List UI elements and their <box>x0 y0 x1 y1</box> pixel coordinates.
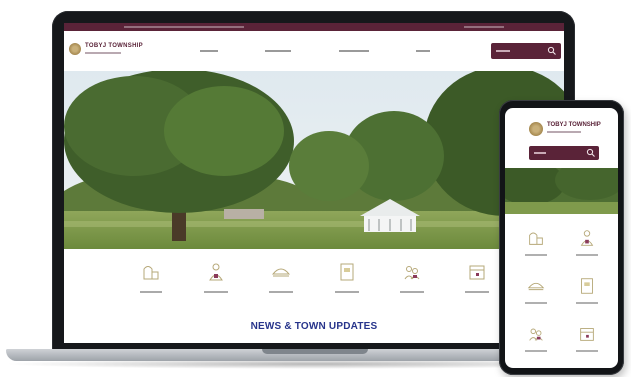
calendar-icon <box>579 328 594 341</box>
utility-bar-text-right <box>464 26 504 28</box>
mobile-quick-link-5[interactable] <box>511 324 562 364</box>
building-icon <box>143 266 159 280</box>
search-placeholder <box>496 50 510 52</box>
search-icon[interactable] <box>586 148 596 158</box>
hero-image <box>64 71 564 249</box>
person-icon <box>209 263 224 281</box>
mobile-quick-link-6[interactable] <box>562 324 613 364</box>
quick-link-1[interactable] <box>124 261 178 309</box>
quick-link-label <box>204 291 229 293</box>
township-seal-icon[interactable] <box>69 43 81 55</box>
phone-screen: TOBYJ TOWNSHIP <box>505 108 618 368</box>
mobile-quick-link-2[interactable] <box>562 228 613 268</box>
document-icon <box>580 278 593 294</box>
quick-link-6[interactable] <box>450 261 504 309</box>
quick-links <box>124 261 504 309</box>
calendar-icon <box>469 265 485 280</box>
laptop-notch <box>262 349 368 354</box>
mobile-search-input[interactable] <box>529 146 599 160</box>
utility-bar <box>64 23 564 31</box>
people-icon <box>404 266 420 280</box>
mobile-quick-link-label <box>575 350 598 352</box>
utility-bar-text-left <box>124 26 244 28</box>
main-navigation <box>200 48 430 52</box>
township-seal-icon[interactable] <box>529 122 543 136</box>
mobile-quick-links <box>511 228 612 364</box>
site-tagline <box>85 51 121 55</box>
dome-icon <box>528 282 545 291</box>
quick-link-5[interactable] <box>385 261 439 309</box>
mobile-hero-image <box>505 168 618 214</box>
nav-link-4[interactable] <box>415 50 430 52</box>
building-icon <box>529 232 544 245</box>
mobile-quick-link-4[interactable] <box>562 276 613 316</box>
mobile-quick-link-label <box>525 302 548 304</box>
search-input[interactable] <box>491 43 561 59</box>
quick-link-label <box>399 291 424 293</box>
nav-link-3[interactable] <box>338 50 369 52</box>
mobile-quick-link-3[interactable] <box>511 276 562 316</box>
dome-icon <box>272 268 291 277</box>
site-header: TOBYJ TOWNSHIP <box>64 31 564 72</box>
quick-link-3[interactable] <box>254 261 308 309</box>
nav-link-2[interactable] <box>265 50 292 52</box>
document-icon <box>340 263 354 281</box>
quick-link-label <box>140 291 162 293</box>
quick-link-label <box>334 291 359 293</box>
mobile-site-tagline <box>547 130 581 134</box>
mobile-quick-link-label <box>525 350 548 352</box>
quick-link-2[interactable] <box>189 261 243 309</box>
nav-link-1[interactable] <box>200 50 218 52</box>
mobile-search-placeholder <box>534 152 546 154</box>
search-icon[interactable] <box>547 46 557 56</box>
quick-link-label <box>269 291 294 293</box>
quick-link-4[interactable] <box>320 261 374 309</box>
laptop-screen: TOBYJ TOWNSHIP NEWS & TOWN UPDATES <box>64 23 564 343</box>
mobile-quick-link-label <box>525 254 548 256</box>
quick-link-label <box>464 291 489 293</box>
mobile-quick-link-label <box>575 254 598 256</box>
mobile-quick-link-1[interactable] <box>511 228 562 268</box>
people-icon <box>529 328 543 341</box>
person-icon <box>580 230 594 246</box>
news-heading: NEWS & TOWN UPDATES <box>250 321 378 332</box>
site-title[interactable]: TOBYJ TOWNSHIP <box>85 43 143 49</box>
mobile-site-title[interactable]: TOBYJ TOWNSHIP <box>547 122 601 128</box>
mobile-quick-link-label <box>575 302 598 304</box>
